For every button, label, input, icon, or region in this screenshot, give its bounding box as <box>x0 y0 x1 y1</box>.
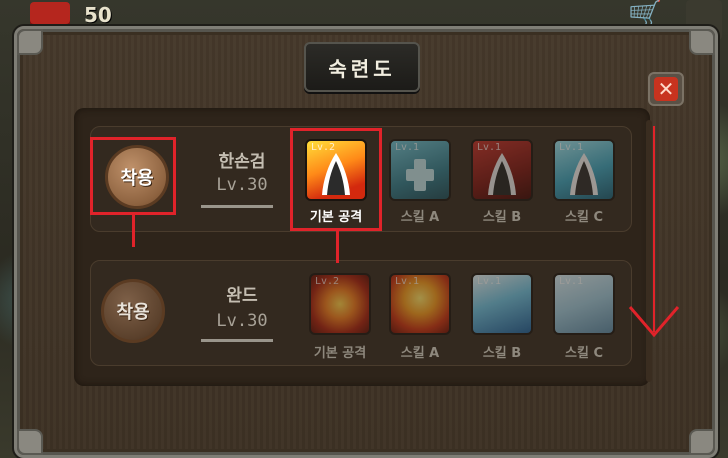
frame-corner <box>17 429 43 455</box>
skill-label: 스킬 A <box>400 210 440 225</box>
level-underline <box>201 205 273 208</box>
skill-label: 스킬 C <box>565 210 603 225</box>
skill-level: Lv.2 <box>315 276 340 287</box>
scroll-arrow-line <box>653 126 655 332</box>
skill-c[interactable]: Lv.1 <box>553 139 615 201</box>
skill-a[interactable]: Lv.1 <box>389 273 451 335</box>
skill-basic-attack[interactable]: Lv.2 <box>309 273 371 335</box>
frame-corner <box>689 29 715 55</box>
equip-label: 착용 <box>116 302 150 323</box>
skill-b[interactable]: Lv.1 <box>471 273 533 335</box>
skill-highlight-box <box>290 128 382 231</box>
equip-highlight-box <box>90 137 176 215</box>
highlight-connector <box>132 215 135 247</box>
skill-label: 스킬 C <box>565 346 603 361</box>
highlight-connector <box>336 231 339 263</box>
scrollbar[interactable] <box>646 120 652 382</box>
skill-a[interactable]: Lv.1 <box>389 139 451 201</box>
fang-icon <box>488 153 516 195</box>
skill-label: 스킬 B <box>482 210 522 225</box>
cross-icon <box>406 159 434 191</box>
frame-corner <box>689 429 715 455</box>
skill-c[interactable]: Lv.1 <box>553 273 615 335</box>
weapon-level: Lv.30 <box>216 175 268 195</box>
weapon-name: 한손검 <box>218 152 266 172</box>
weapon-level: Lv.30 <box>216 311 268 331</box>
weapon-name: 완드 <box>226 286 258 306</box>
equip-button[interactable]: 착용 <box>101 279 165 343</box>
skill-level: Lv.1 <box>477 276 502 287</box>
currency-count: 50 <box>84 3 112 27</box>
skill-level: Lv.1 <box>395 276 420 287</box>
dialog-title: 숙련도 <box>304 42 420 92</box>
close-button[interactable]: ✕ <box>648 72 684 106</box>
skill-label: 기본 공격 <box>313 346 367 361</box>
skill-level: Lv.1 <box>559 276 584 287</box>
skill-label: 스킬 A <box>400 346 440 361</box>
down-arrow-icon <box>628 306 680 338</box>
skill-label: 스킬 B <box>482 346 522 361</box>
skill-b[interactable]: Lv.1 <box>471 139 533 201</box>
level-underline <box>201 339 273 342</box>
weapon-row-wand: 착용 완드 Lv.30 Lv.2 기본 공격 Lv.1 스킬 A Lv.1 스킬… <box>90 260 632 366</box>
fang-icon <box>570 153 598 195</box>
frame-corner <box>17 29 43 55</box>
close-icon: ✕ <box>654 77 678 101</box>
